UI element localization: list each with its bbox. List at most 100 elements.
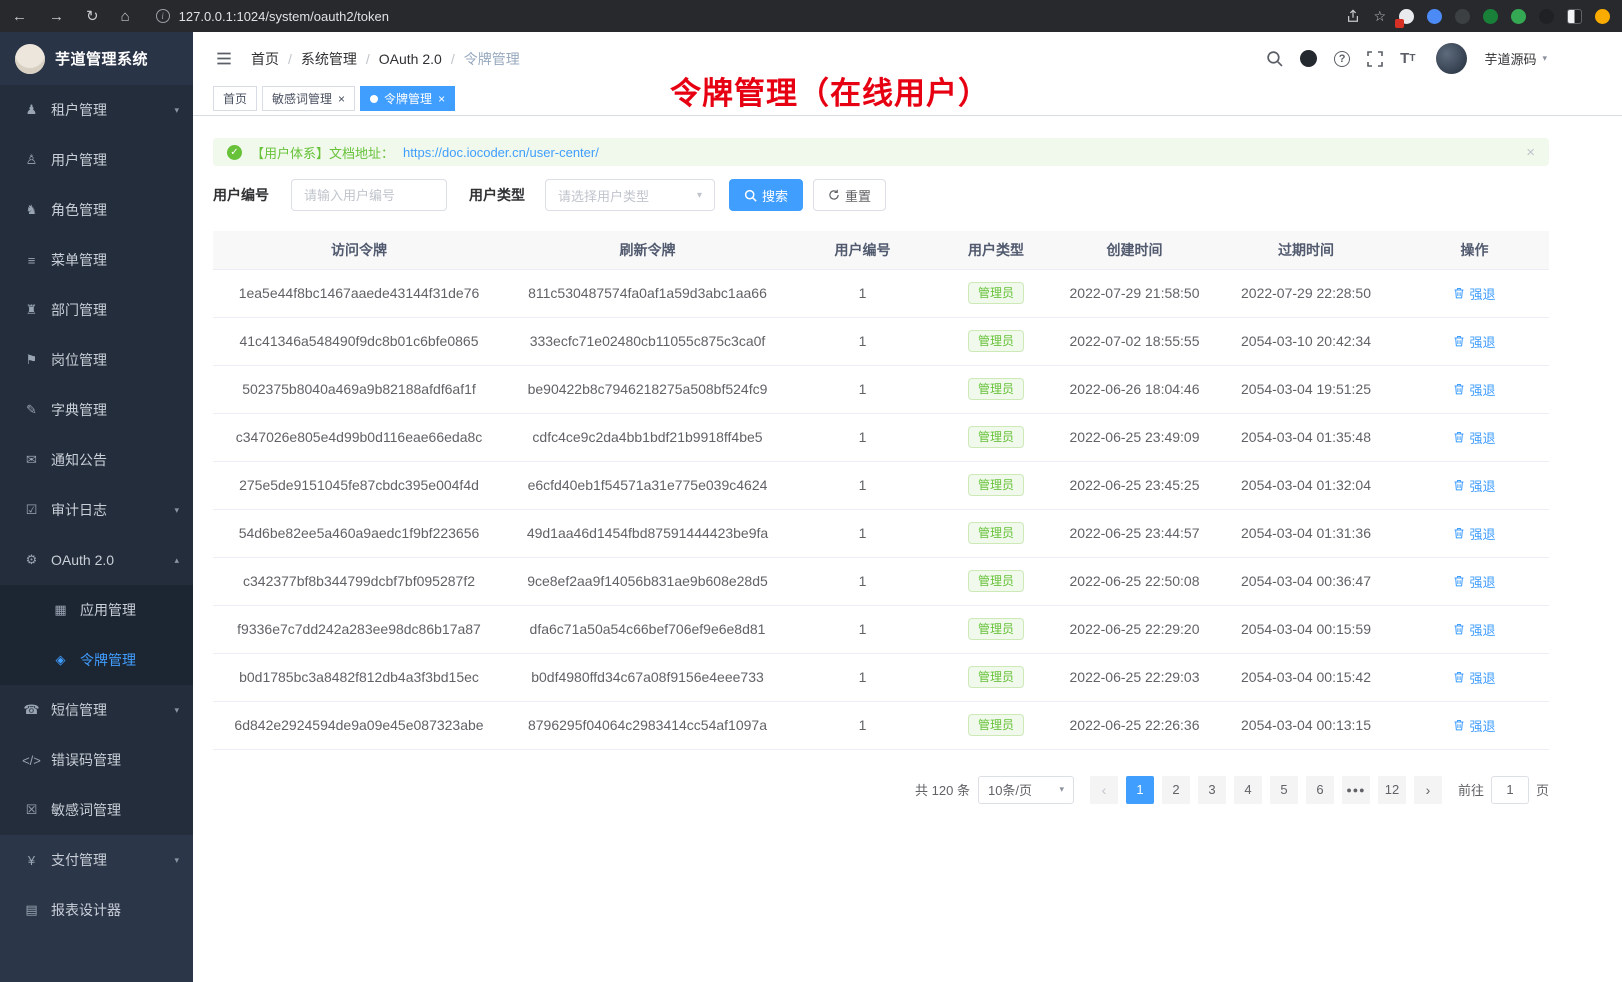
page-more-button[interactable]: ●●● [1342,776,1370,804]
browser-home-icon[interactable]: ⌂ [121,8,130,25]
breadcrumb-item: 令牌管理 [464,49,520,69]
cell-created-time: 2022-06-25 23:45:25 [1057,461,1212,509]
menu-label: 部门管理 [51,300,107,320]
page-button-5[interactable]: 5 [1270,776,1298,804]
extension-icon-7[interactable] [1567,9,1582,24]
app-logo[interactable]: 芋道管理系统 [0,32,193,85]
fullscreen-icon[interactable] [1367,51,1383,67]
force-logout-label: 强退 [1469,524,1495,543]
force-logout-button[interactable]: 强退 [1453,572,1495,591]
bookmark-star-icon[interactable]: ☆ [1373,8,1386,25]
sidebar-item-role[interactable]: ♞ 角色管理 [0,185,193,235]
extension-icon-3[interactable] [1455,9,1470,24]
trash-icon [1453,335,1465,347]
tab[interactable]: 首页 [213,86,257,111]
breadcrumb-item[interactable]: 首页 [251,49,279,69]
goto-page-input[interactable] [1491,776,1529,804]
tab[interactable]: 令牌管理 × [360,86,455,111]
sidebar-item-auditlog[interactable]: ☑ 审计日志 ▾ [0,485,193,535]
cell-refresh-token: cdfc4ce9c2da4bb1bdf21b9918ff4be5 [505,413,790,461]
force-logout-button[interactable]: 强退 [1453,716,1495,735]
alert-doc-link[interactable]: https://doc.iocoder.cn/user-center/ [403,145,599,160]
sidebar-item-oauth2-app[interactable]: ▦ 应用管理 [0,585,193,635]
sidebar-fold-icon[interactable] [215,51,233,66]
sidebar-item-user[interactable]: ♙ 用户管理 [0,135,193,185]
next-page-button[interactable]: › [1414,776,1442,804]
search-button[interactable]: 搜索 [729,179,803,211]
sidebar-item-sms[interactable]: ☎ 短信管理 ▾ [0,685,193,735]
cell-access-token: 54d6be82ee5a460a9aedc1f9bf223656 [213,509,505,557]
search-icon[interactable] [1266,50,1283,67]
user-avatar[interactable] [1436,43,1467,74]
reset-button[interactable]: 重置 [813,179,886,211]
force-logout-button[interactable]: 强退 [1453,284,1495,303]
sidebar-item-oauth2[interactable]: ⚙ OAuth 2.0 ▴ [0,535,193,585]
role-icon: ♞ [21,202,42,218]
extension-icon-1[interactable] [1399,9,1414,24]
extension-icon-6[interactable] [1539,9,1554,24]
page-button-6[interactable]: 6 [1306,776,1334,804]
table-row: b0d1785bc3a8482f812db4a3f3bd15ec b0df498… [213,653,1549,701]
sidebar-item-notice[interactable]: ✉ 通知公告 [0,435,193,485]
extension-icons[interactable] [1399,9,1610,24]
menu-label: 令牌管理 [80,650,136,670]
force-logout-button[interactable]: 强退 [1453,524,1495,543]
page-size-select[interactable]: 10条/页 ▾ [978,776,1074,804]
force-logout-button[interactable]: 强退 [1453,620,1495,639]
browser-refresh-icon[interactable]: ↻ [86,7,99,25]
cell-created-time: 2022-06-25 22:29:03 [1057,653,1212,701]
menu-label: 菜单管理 [51,250,107,270]
force-logout-button[interactable]: 强退 [1453,476,1495,495]
sidebar-item-dept[interactable]: ♜ 部门管理 [0,285,193,335]
sidebar-item-errorcode[interactable]: </> 错误码管理 [0,735,193,785]
filter-bar: 用户编号 用户类型 请选择用户类型 ▾ 搜索 重置 [213,179,1549,211]
force-logout-button[interactable]: 强退 [1453,428,1495,447]
page-button-2[interactable]: 2 [1162,776,1190,804]
sidebar-item-oauth2-token[interactable]: ◈ 令牌管理 [0,635,193,685]
tab-close-icon[interactable]: × [338,93,345,105]
breadcrumb-item[interactable]: 系统管理 [301,49,357,69]
force-logout-button[interactable]: 强退 [1453,332,1495,351]
extension-icon-2[interactable] [1427,9,1442,24]
user-type-select[interactable]: 请选择用户类型 ▾ [545,179,715,211]
sidebar-item-tenant[interactable]: ♟ 租户管理 ▾ [0,85,193,135]
column-header: 过期时间 [1212,231,1400,269]
alert-close-icon[interactable]: × [1526,144,1535,161]
help-icon[interactable]: ? [1334,51,1350,67]
extension-icon-5[interactable] [1511,9,1526,24]
prev-page-button[interactable]: ‹ [1090,776,1118,804]
url-text[interactable]: 127.0.0.1:1024/system/oauth2/token [179,9,389,24]
tab[interactable]: 敏感词管理 × [262,86,355,111]
sidebar-item-sensitive[interactable]: ☒ 敏感词管理 [0,785,193,835]
sidebar-item-post[interactable]: ⚑ 岗位管理 [0,335,193,385]
browser-forward-icon[interactable]: → [49,8,64,25]
page-button-12[interactable]: 12 [1378,776,1406,804]
address-bar[interactable]: i 127.0.0.1:1024/system/oauth2/token [130,9,1347,24]
pay-icon: ¥ [21,853,42,868]
force-logout-button[interactable]: 强退 [1453,380,1495,399]
app-title: 芋道管理系统 [55,48,148,69]
force-logout-button[interactable]: 强退 [1453,668,1495,687]
page-button-3[interactable]: 3 [1198,776,1226,804]
extension-icon-4[interactable] [1483,9,1498,24]
github-icon[interactable] [1300,50,1317,67]
page-button-1[interactable]: 1 [1126,776,1154,804]
menu-icon: ≡ [21,253,42,268]
site-info-icon[interactable]: i [156,9,170,23]
browser-back-icon[interactable]: ← [12,8,27,25]
tab-close-icon[interactable]: × [438,93,445,105]
breadcrumb-item[interactable]: OAuth 2.0 [379,51,442,67]
page-button-4[interactable]: 4 [1234,776,1262,804]
cell-access-token: c342377bf8b344799dcbf7bf095287f2 [213,557,505,605]
sidebar-item-menu[interactable]: ≡ 菜单管理 [0,235,193,285]
user-id-input[interactable] [304,188,434,203]
share-icon[interactable] [1346,9,1360,23]
extension-icon-8[interactable] [1595,9,1610,24]
tab-label: 首页 [223,90,247,107]
sidebar-item-pay[interactable]: ¥ 支付管理 ▾ [0,835,193,885]
sidebar-item-report[interactable]: ▤ 报表设计器 [0,885,193,935]
font-size-icon[interactable]: TT [1400,50,1415,67]
cell-user-id: 1 [790,461,935,509]
user-menu[interactable]: 芋道源码 ▾ [1484,49,1547,68]
sidebar-item-dict[interactable]: ✎ 字典管理 [0,385,193,435]
